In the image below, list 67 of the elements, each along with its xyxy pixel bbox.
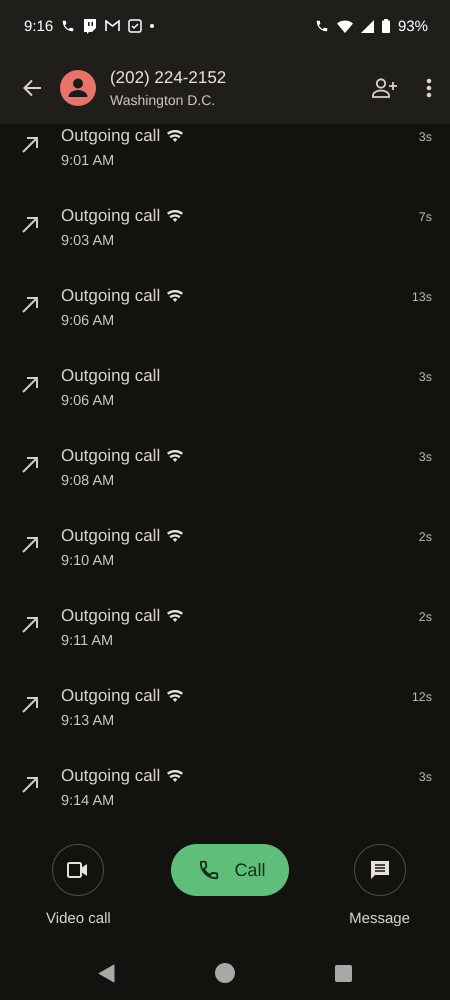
clock: 9:16 (24, 18, 54, 34)
outgoing-arrow-icon (21, 376, 39, 394)
outgoing-arrow-icon (21, 616, 39, 634)
outgoing-arrow-icon (21, 216, 39, 234)
dot-icon (150, 24, 154, 28)
call-time: 9:10 AM (61, 553, 116, 569)
avatar-icon (60, 70, 96, 106)
chat-icon (83, 18, 98, 34)
recents-nav-button[interactable] (335, 964, 352, 982)
back-arrow-icon (22, 79, 42, 97)
outgoing-arrow-icon (21, 136, 39, 154)
home-nav-button[interactable] (215, 963, 235, 983)
call-type: Outgoing call (61, 126, 160, 146)
phone-number: (202) 224-2152 (110, 68, 228, 88)
message-label: Message (349, 910, 410, 927)
call-button[interactable]: Call (170, 844, 289, 896)
phone-icon (198, 859, 220, 881)
signal-icon (360, 20, 374, 32)
outgoing-arrow-icon (21, 536, 39, 554)
call-duration: 2s (418, 610, 432, 624)
phone-icon (61, 19, 76, 33)
call-time: 9:11 AM (61, 633, 114, 649)
call-duration: 3s (418, 370, 432, 384)
outgoing-arrow-icon (21, 296, 39, 314)
call-type: Outgoing call (61, 526, 160, 546)
call-type: Outgoing call (61, 766, 160, 786)
call-time: 9:06 AM (61, 393, 116, 409)
call-duration: 12s (412, 690, 432, 704)
call-type: Outgoing call (61, 366, 160, 386)
call-time: 9:03 AM (61, 233, 116, 249)
video-camera-icon (67, 862, 90, 878)
outgoing-arrow-icon (21, 776, 39, 794)
video-call-button[interactable] (52, 844, 104, 896)
battery-icon (382, 19, 390, 33)
call-time: 9:13 AM (61, 713, 116, 729)
call-time: 9:01 AM (61, 153, 116, 169)
call-duration: 7s (418, 210, 432, 224)
call-time: 9:08 AM (61, 473, 116, 489)
message-button[interactable] (354, 844, 406, 896)
checkbox-icon (128, 19, 142, 33)
call-type: Outgoing call (61, 206, 160, 226)
call-duration: 2s (418, 530, 432, 544)
home-circle-icon (215, 963, 235, 983)
video-call-label: Video call (46, 910, 111, 927)
phone-icon (314, 19, 329, 33)
recents-square-icon (335, 964, 352, 982)
call-duration: 3s (418, 770, 432, 784)
add-person-icon (372, 78, 398, 98)
call-time: 9:14 AM (61, 793, 116, 809)
location-text: Washington D.C. (110, 92, 216, 108)
mail-icon (105, 20, 120, 32)
wifi-icon (336, 20, 353, 32)
call-type: Outgoing call (61, 446, 160, 466)
battery-percent: 93% (398, 18, 428, 34)
call-duration: 13s (412, 290, 432, 304)
back-nav-button[interactable] (98, 964, 115, 982)
call-time: 9:06 AM (61, 313, 116, 329)
call-duration: 3s (418, 130, 432, 144)
outgoing-arrow-icon (21, 696, 39, 714)
call-type: Outgoing call (61, 606, 160, 626)
call-type: Outgoing call (61, 686, 160, 706)
outgoing-arrow-icon (21, 456, 39, 474)
call-type: Outgoing call (61, 286, 160, 306)
message-icon (368, 859, 391, 881)
more-vertical-icon (426, 78, 432, 98)
call-duration: 3s (418, 450, 432, 464)
back-triangle-icon (98, 964, 115, 982)
